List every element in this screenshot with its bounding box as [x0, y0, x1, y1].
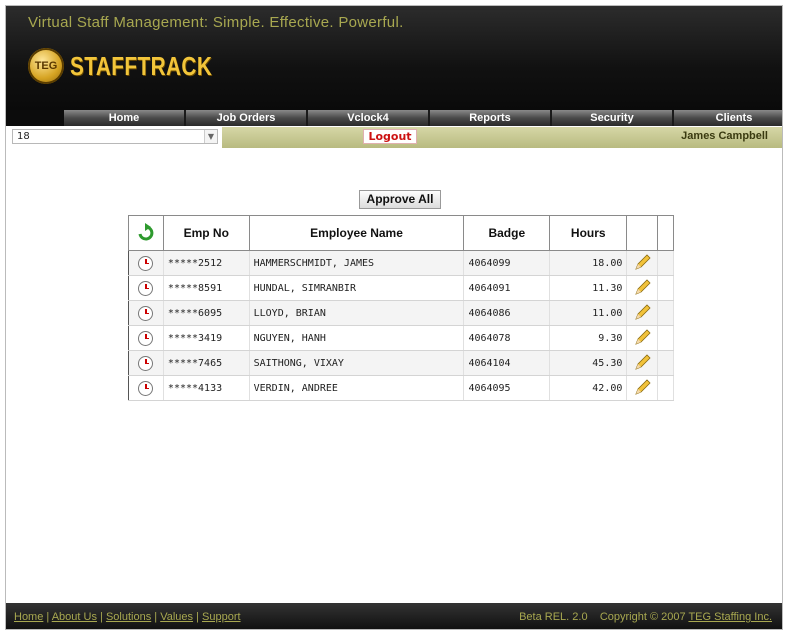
- badge-cell: 4064086: [463, 300, 551, 326]
- extra-cell: [657, 250, 674, 276]
- extra-cell: [657, 375, 674, 401]
- nav-reports[interactable]: Reports: [430, 110, 550, 126]
- user-name: James Campbell: [681, 130, 768, 142]
- logo-text: STAFFTRACK: [70, 50, 213, 81]
- employee-name-cell: NGUYEN, HANH: [249, 325, 465, 351]
- nav-security[interactable]: Security: [552, 110, 672, 126]
- hours-cell: 9.30: [549, 325, 628, 351]
- clock-icon[interactable]: [138, 255, 154, 271]
- pencil-icon[interactable]: [632, 278, 652, 298]
- emp-no-cell: *****2512: [163, 250, 250, 276]
- logo[interactable]: TEG STAFFTRACK: [28, 46, 248, 86]
- col-badge: Badge: [463, 215, 551, 251]
- employee-name-cell: VERDIN, ANDREE: [249, 375, 465, 401]
- logo-badge-icon: TEG: [28, 48, 64, 84]
- col-emp-no: Emp No: [162, 215, 250, 251]
- footer: Home | About Us | Solutions | Values | S…: [6, 603, 782, 629]
- emp-no-cell: *****7465: [163, 350, 250, 376]
- badge-cell: 4064078: [463, 325, 551, 351]
- pencil-icon[interactable]: [632, 253, 652, 273]
- employee-name-cell: LLOYD, BRIAN: [249, 300, 465, 326]
- footer-link-values[interactable]: Values: [160, 611, 193, 623]
- table-row: *****3419 NGUYEN, HANH 4064078 9.30: [128, 325, 674, 351]
- nav-home[interactable]: Home: [64, 110, 184, 126]
- timesheet-table: Emp No Employee Name Badge Hours *****25…: [128, 215, 674, 401]
- footer-link-about-us[interactable]: About Us: [52, 611, 97, 623]
- logout-button[interactable]: Logout: [363, 129, 417, 144]
- footer-link-support[interactable]: Support: [202, 611, 241, 623]
- pencil-icon[interactable]: [632, 303, 652, 323]
- col-extra: [657, 215, 674, 251]
- app-frame: Virtual Staff Management: Simple. Effect…: [6, 6, 782, 629]
- employee-name-cell: HAMMERSCHMIDT, JAMES: [249, 250, 465, 276]
- hours-cell: 18.00: [549, 250, 628, 276]
- toolbar: 18 ▼ Logout James Campbell: [6, 127, 782, 148]
- hours-cell: 11.00: [549, 300, 628, 326]
- approve-all-button[interactable]: Approve All: [359, 190, 441, 209]
- clock-icon[interactable]: [138, 330, 154, 346]
- extra-cell: [657, 350, 674, 376]
- clock-icon[interactable]: [138, 280, 154, 296]
- footer-links: Home | About Us | Solutions | Values | S…: [14, 611, 241, 623]
- pencil-icon[interactable]: [632, 353, 652, 373]
- table-row: *****4133 VERDIN, ANDREE 4064095 42.00: [128, 375, 674, 401]
- extra-cell: [657, 300, 674, 326]
- chevron-down-icon[interactable]: ▼: [204, 130, 217, 143]
- refresh-icon[interactable]: [136, 223, 156, 243]
- emp-no-cell: *****4133: [163, 375, 250, 401]
- col-edit: [626, 215, 659, 251]
- hours-cell: 42.00: [549, 375, 628, 401]
- week-select[interactable]: 18 ▼: [12, 129, 218, 144]
- badge-cell: 4064095: [463, 375, 551, 401]
- refresh-header[interactable]: [128, 215, 164, 251]
- extra-cell: [657, 275, 674, 301]
- header: Virtual Staff Management: Simple. Effect…: [6, 6, 782, 110]
- footer-link-home[interactable]: Home: [14, 611, 43, 623]
- tagline: Virtual Staff Management: Simple. Effect…: [28, 14, 404, 31]
- table-header-row: Emp No Employee Name Badge Hours: [128, 215, 674, 251]
- company-link[interactable]: TEG Staffing Inc.: [688, 611, 772, 623]
- col-employee-name: Employee Name: [248, 215, 465, 251]
- emp-no-cell: *****6095: [163, 300, 250, 326]
- emp-no-cell: *****3419: [163, 325, 250, 351]
- pencil-icon[interactable]: [632, 328, 652, 348]
- badge-cell: 4064091: [463, 275, 551, 301]
- main-nav: Home Job Orders Vclock4 Reports Security…: [64, 110, 782, 126]
- nav-job-orders[interactable]: Job Orders: [186, 110, 306, 126]
- table-row: *****6095 LLOYD, BRIAN 4064086 11.00: [128, 300, 674, 326]
- clock-icon[interactable]: [138, 380, 154, 396]
- pencil-icon[interactable]: [632, 378, 652, 398]
- footer-link-solutions[interactable]: Solutions: [106, 611, 151, 623]
- nav-vclock4[interactable]: Vclock4: [308, 110, 428, 126]
- extra-cell: [657, 325, 674, 351]
- hours-cell: 45.30: [549, 350, 628, 376]
- table-row: *****8591 HUNDAL, SIMRANBIR 4064091 11.3…: [128, 275, 674, 301]
- hours-cell: 11.30: [549, 275, 628, 301]
- week-select-value: 18: [17, 131, 30, 142]
- footer-info: Beta REL. 2.0 Copyright © 2007 TEG Staff…: [519, 611, 772, 623]
- version-text: Beta REL. 2.0: [519, 611, 588, 623]
- nav-spacer: [6, 110, 64, 126]
- clock-icon[interactable]: [138, 305, 154, 321]
- copyright-text: Copyright © 2007: [599, 611, 686, 623]
- emp-no-cell: *****8591: [163, 275, 250, 301]
- table-row: *****7465 SAITHONG, VIXAY 4064104 45.30: [128, 350, 674, 376]
- nav-clients[interactable]: Clients: [674, 110, 782, 126]
- col-hours: Hours: [549, 215, 628, 251]
- table-row: *****2512 HAMMERSCHMIDT, JAMES 4064099 1…: [128, 250, 674, 276]
- badge-cell: 4064099: [463, 250, 551, 276]
- employee-name-cell: SAITHONG, VIXAY: [249, 350, 465, 376]
- clock-icon[interactable]: [138, 355, 154, 371]
- employee-name-cell: HUNDAL, SIMRANBIR: [249, 275, 465, 301]
- badge-cell: 4064104: [463, 350, 551, 376]
